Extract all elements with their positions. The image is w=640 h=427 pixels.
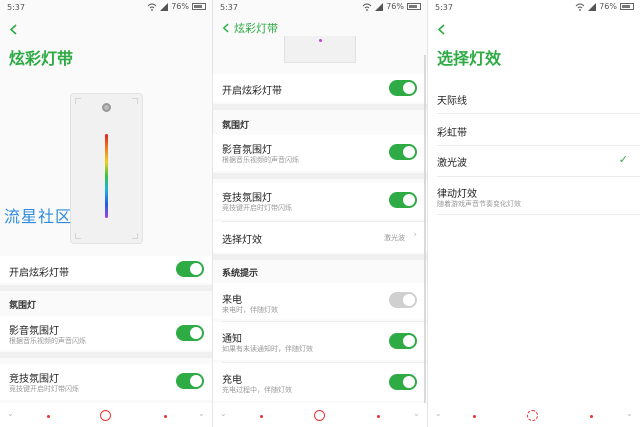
chevron-down-icon[interactable]: ⌄ — [7, 409, 14, 418]
video-light-label: 影音氛围灯 — [222, 145, 272, 156]
wifi-icon — [362, 3, 372, 11]
section-ambient-title: 氛围灯 — [9, 301, 37, 311]
battery-icon — [192, 3, 206, 10]
home-button[interactable] — [527, 410, 538, 421]
game-light-switch[interactable] — [389, 192, 417, 208]
master-toggle-row[interactable]: 开启炫彩灯带 — [213, 74, 427, 102]
effect-select-row[interactable]: 选择灯效 激光波 › — [213, 222, 427, 252]
page-title: 炫彩灯带 — [9, 49, 74, 68]
section-ambient-title: 氛围灯 — [222, 121, 250, 131]
charging-label: 充电 — [222, 375, 242, 386]
battery-percent: 76% — [599, 2, 617, 11]
game-light-desc: 竞技键开启时灯带闪烁 — [222, 204, 292, 212]
video-light-row[interactable]: 影音氛围灯 根据音乐视频的声音闪烁 — [0, 316, 212, 350]
master-toggle-row[interactable]: 开启炫彩灯带 — [0, 256, 212, 283]
panel-select-effect: 5:37 76% 选择灯效 天际线 彩虹带 激光波 ✓ 律动灯效 随着游戏声音节… — [428, 0, 640, 427]
video-light-switch[interactable] — [176, 325, 204, 341]
video-light-desc: 根据音乐视频的声音闪烁 — [222, 156, 299, 164]
game-light-row[interactable]: 竞技氛围灯 竞技键开启时灯带闪烁 — [0, 364, 212, 400]
rgb-light-strip — [105, 134, 108, 218]
video-light-row[interactable]: 影音氛围灯 根据音乐视频的声音闪烁 — [213, 135, 427, 171]
game-light-desc: 竞技键开启时灯带闪烁 — [9, 385, 79, 393]
signal-icon — [375, 2, 384, 11]
chevron-down-icon[interactable]: ⌄ — [626, 409, 633, 418]
recents-nav-dot[interactable] — [164, 415, 167, 418]
nav-bar: ⌄ ⌄ — [0, 403, 212, 427]
incoming-call-desc: 来电时，伴随灯效 — [222, 306, 278, 314]
video-light-switch[interactable] — [389, 144, 417, 160]
check-icon: ✓ — [618, 153, 628, 166]
notification-label: 通知 — [222, 334, 242, 345]
chevron-down-icon[interactable]: ⌄ — [413, 409, 420, 418]
game-light-label: 竞技氛围灯 — [9, 374, 59, 385]
home-button[interactable] — [314, 410, 325, 421]
back-nav-dot[interactable] — [260, 415, 263, 418]
effect-select-label: 选择灯效 — [222, 235, 262, 246]
watermark-text: 流星社区 — [4, 207, 73, 226]
master-toggle-switch[interactable] — [389, 80, 417, 96]
status-bar: 5:37 76% — [213, 0, 427, 15]
back-icon[interactable] — [437, 20, 447, 35]
battery-icon — [620, 3, 634, 10]
battery-icon — [407, 3, 421, 10]
recents-nav-dot[interactable] — [590, 415, 593, 418]
effect-option-laser-wave[interactable]: 激光波 — [437, 154, 467, 169]
effect-option-skyline[interactable]: 天际线 — [437, 92, 467, 107]
back-nav-dot[interactable] — [47, 415, 50, 418]
effect-select-value: 激光波 — [384, 234, 405, 242]
charging-row[interactable]: 充电 充电过程中，伴随灯效 — [213, 363, 427, 401]
back-icon[interactable] — [222, 23, 229, 33]
panel-light-strip-settings: 5:37 76% 炫彩灯带 开启炫彩灯带 氛围灯 影音氛围灯 根据音乐视频的声音… — [213, 0, 427, 427]
effect-option-rhythm-desc: 随着游戏声音节奏变化灯效 — [437, 200, 521, 208]
phone-illustration — [70, 93, 143, 244]
battery-percent: 76% — [386, 2, 404, 11]
signal-icon — [160, 2, 169, 11]
status-time: 5:37 — [220, 3, 238, 12]
section-system-title: 系统提示 — [222, 269, 259, 279]
header-title: 炫彩灯带 — [234, 22, 278, 35]
chevron-down-icon[interactable]: ⌄ — [435, 409, 442, 418]
back-nav-dot[interactable] — [473, 415, 476, 418]
charging-switch[interactable] — [389, 374, 417, 390]
wifi-icon — [147, 3, 157, 11]
effect-option-rhythm[interactable]: 律动灯效 — [437, 185, 477, 200]
page-title: 选择灯效 — [437, 49, 502, 68]
wifi-icon — [575, 3, 585, 11]
phone-illustration-partial — [284, 36, 356, 63]
notification-switch[interactable] — [389, 333, 417, 349]
master-toggle-label: 开启炫彩灯带 — [222, 86, 282, 97]
battery-percent: 76% — [171, 2, 189, 11]
panel-light-strip-main: 5:37 76% 炫彩灯带 流星社区 开启炫彩灯带 氛围灯 影音氛围灯 根据音乐… — [0, 0, 212, 427]
home-button[interactable] — [100, 410, 111, 421]
nav-bar: ⌄ ⌄ — [428, 403, 640, 427]
scrollbar[interactable] — [424, 55, 426, 405]
camera-icon — [102, 103, 111, 112]
incoming-call-row[interactable]: 来电 来电时，伴随灯效 — [213, 283, 427, 319]
incoming-call-label: 来电 — [222, 295, 242, 306]
header-bar[interactable]: 炫彩灯带 — [222, 20, 278, 36]
master-toggle-label: 开启炫彩灯带 — [9, 268, 69, 279]
master-toggle-switch[interactable] — [176, 261, 204, 277]
status-bar: 5:37 76% — [428, 0, 640, 15]
game-light-label: 竞技氛围灯 — [222, 193, 272, 204]
recents-nav-dot[interactable] — [377, 415, 380, 418]
chevron-down-icon[interactable]: ⌄ — [220, 409, 227, 418]
back-icon[interactable] — [9, 20, 19, 35]
game-light-row[interactable]: 竞技氛围灯 竞技键开启时灯带闪烁 — [213, 183, 427, 219]
chevron-down-icon[interactable]: ⌄ — [198, 409, 205, 418]
nav-bar: ⌄ ⌄ — [213, 403, 427, 427]
notification-row[interactable]: 通知 如果有未读通知时，伴随灯效 — [213, 322, 427, 360]
video-light-desc: 根据音乐视频的声音闪烁 — [9, 337, 86, 345]
status-bar: 5:37 76% — [0, 0, 212, 15]
chevron-right-icon: › — [413, 230, 417, 240]
charging-desc: 充电过程中，伴随灯效 — [222, 386, 292, 394]
status-time: 5:37 — [7, 3, 25, 12]
video-light-label: 影音氛围灯 — [9, 326, 59, 337]
game-light-switch[interactable] — [176, 373, 204, 389]
signal-icon — [588, 2, 597, 11]
incoming-call-switch[interactable] — [389, 292, 417, 308]
effect-option-rainbow[interactable]: 彩虹带 — [437, 124, 467, 139]
notification-desc: 如果有未读通知时，伴随灯效 — [222, 345, 313, 353]
status-time: 5:37 — [435, 3, 453, 12]
